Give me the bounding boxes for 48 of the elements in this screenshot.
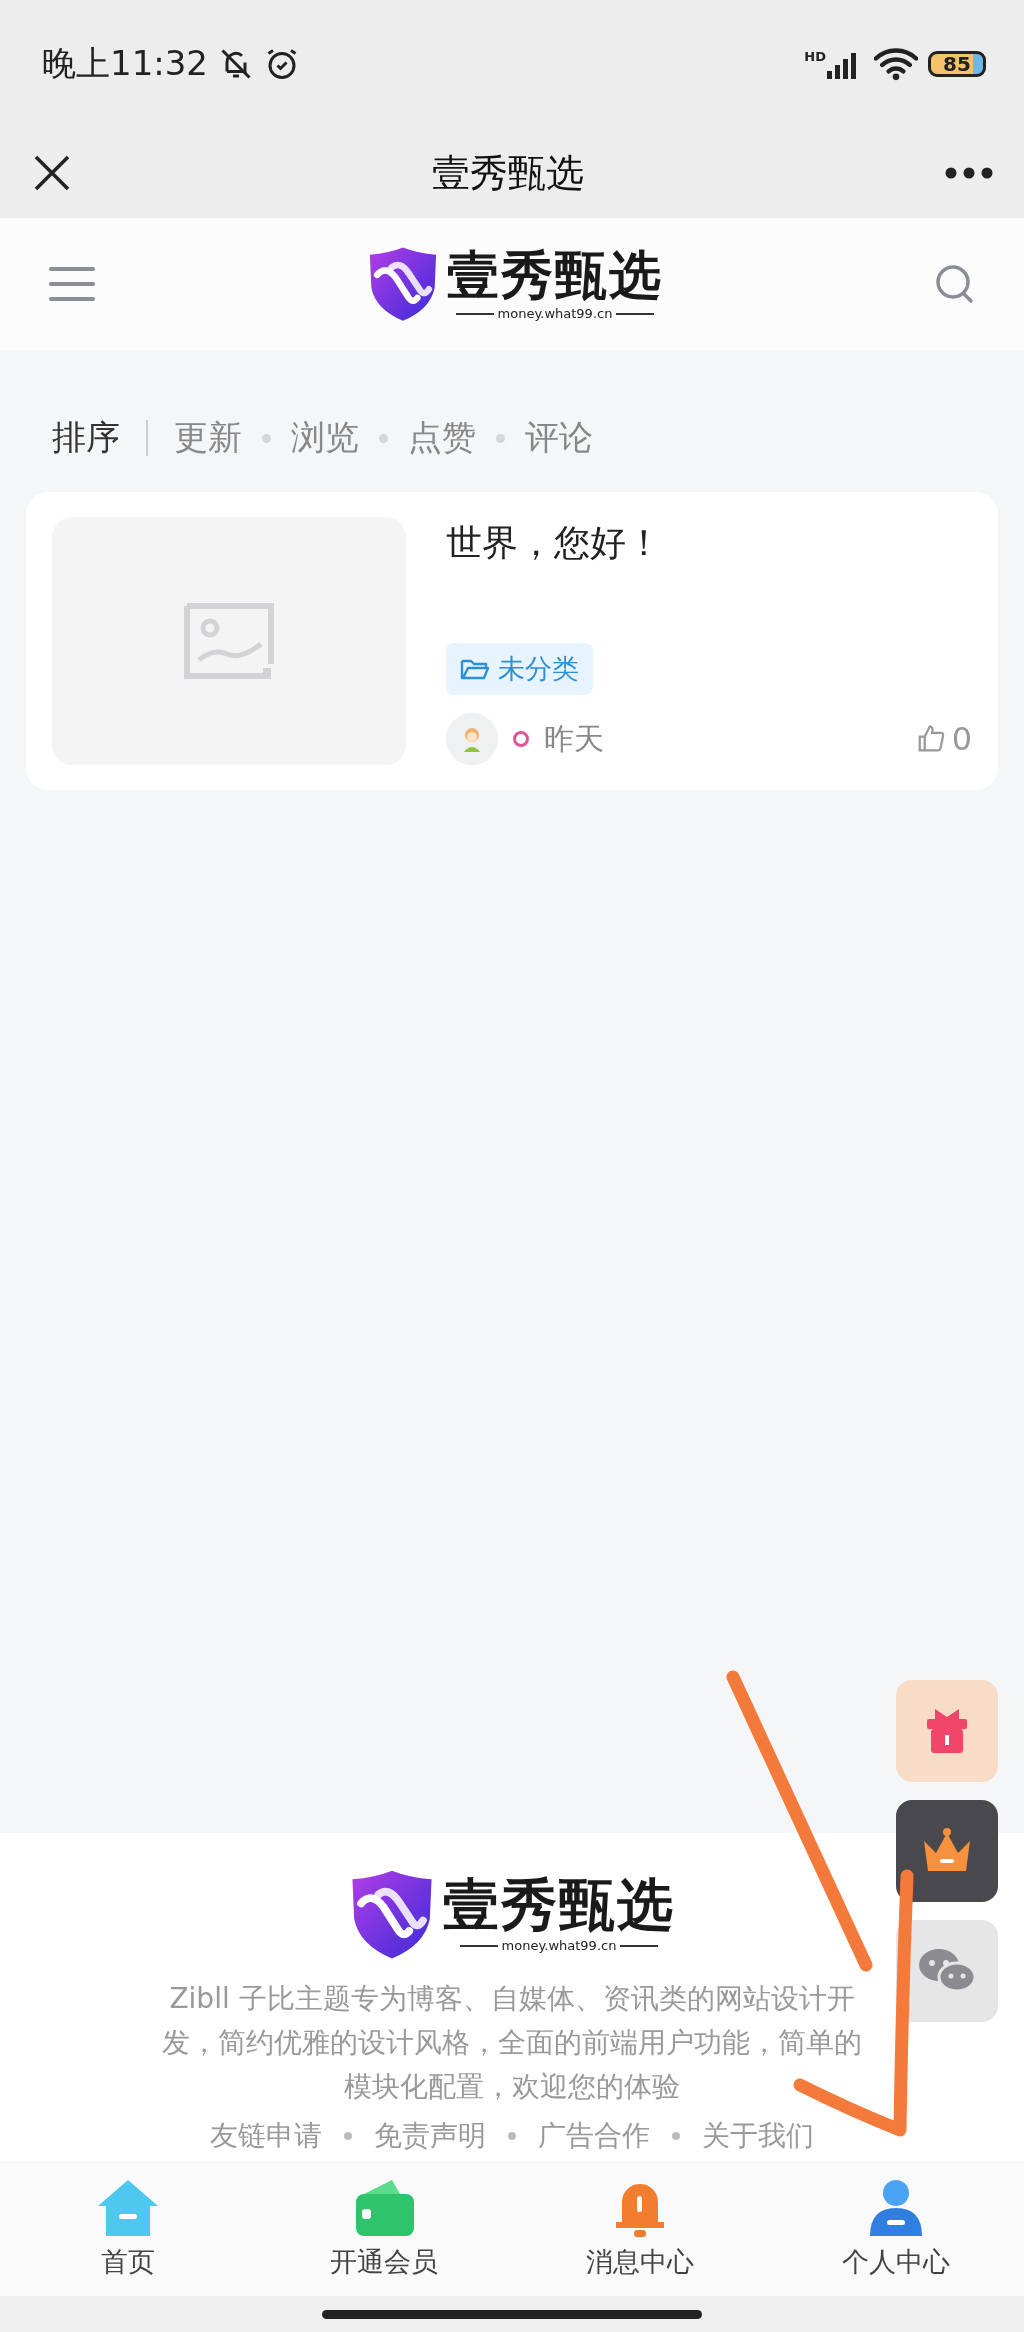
gift-button[interactable] — [896, 1680, 998, 1782]
sort-option[interactable]: 点赞 — [408, 415, 476, 461]
search-icon[interactable] — [934, 263, 976, 305]
sort-option[interactable]: 更新 — [174, 415, 242, 461]
network-label: HD — [804, 49, 826, 64]
sort-option[interactable]: 浏览 — [291, 415, 359, 461]
separator-dot — [344, 2132, 352, 2140]
separator-dot — [672, 2132, 680, 2140]
sort-label: 排序 — [52, 416, 120, 459]
crown-button[interactable] — [896, 1800, 998, 1902]
image-icon — [183, 602, 275, 680]
post-time: 昨天 — [544, 719, 604, 758]
folder-icon — [460, 657, 490, 681]
separator-dot — [496, 433, 505, 443]
tab-item[interactable]: 个人中心 — [768, 2177, 1024, 2280]
separator-dot — [262, 433, 271, 443]
home-indicator[interactable] — [322, 2309, 702, 2319]
house-icon — [96, 2177, 160, 2238]
tab-item[interactable]: 消息中心 — [512, 2177, 768, 2280]
footer-link[interactable]: 广告合作 — [538, 2117, 650, 2155]
shield-logo-icon — [367, 246, 439, 322]
post-card[interactable]: 世界，您好！ 未分类 昨天 0 — [26, 492, 998, 790]
logo-text: 壹秀甄选 — [443, 1874, 675, 1937]
menu-icon[interactable] — [48, 264, 96, 304]
battery-icon: 85 — [928, 51, 986, 77]
post-title: 世界，您好！ — [446, 521, 663, 565]
shield-logo-icon — [349, 1868, 435, 1959]
gender-icon — [512, 730, 530, 748]
more-icon[interactable] — [944, 166, 994, 180]
logo-url: money.what99.cn — [497, 306, 613, 322]
tab-item[interactable]: 开通会员 — [256, 2177, 512, 2280]
status-time: 晚上11:32 — [42, 42, 208, 85]
category-tag[interactable]: 未分类 — [446, 643, 593, 695]
window-title: 壹秀甄选 — [432, 149, 584, 197]
wifi-icon — [874, 47, 918, 81]
avatar[interactable] — [446, 713, 498, 765]
separator-dot — [379, 433, 388, 443]
footer-link[interactable]: 关于我们 — [702, 2117, 814, 2155]
separator-dot — [508, 2132, 516, 2140]
tab-item[interactable]: 首页 — [0, 2177, 256, 2280]
like-button[interactable]: 0 — [915, 720, 972, 758]
sort-option[interactable]: 评论 — [525, 415, 593, 461]
logo-text: 壹秀甄选 — [447, 246, 663, 305]
footer-link[interactable]: 友链申请 — [210, 2117, 322, 2155]
logo-url: money.what99.cn — [501, 1938, 617, 1954]
footer-link[interactable]: 免责声明 — [374, 2117, 486, 2155]
close-icon[interactable] — [32, 153, 72, 193]
site-description: Zibll 子比主题专为博客、自媒体、资讯类的网站设计开发，简约优雅的设计风格，全面的前端用户功能，简单的模块化配置，欢迎您的体验 — [161, 1981, 863, 2105]
